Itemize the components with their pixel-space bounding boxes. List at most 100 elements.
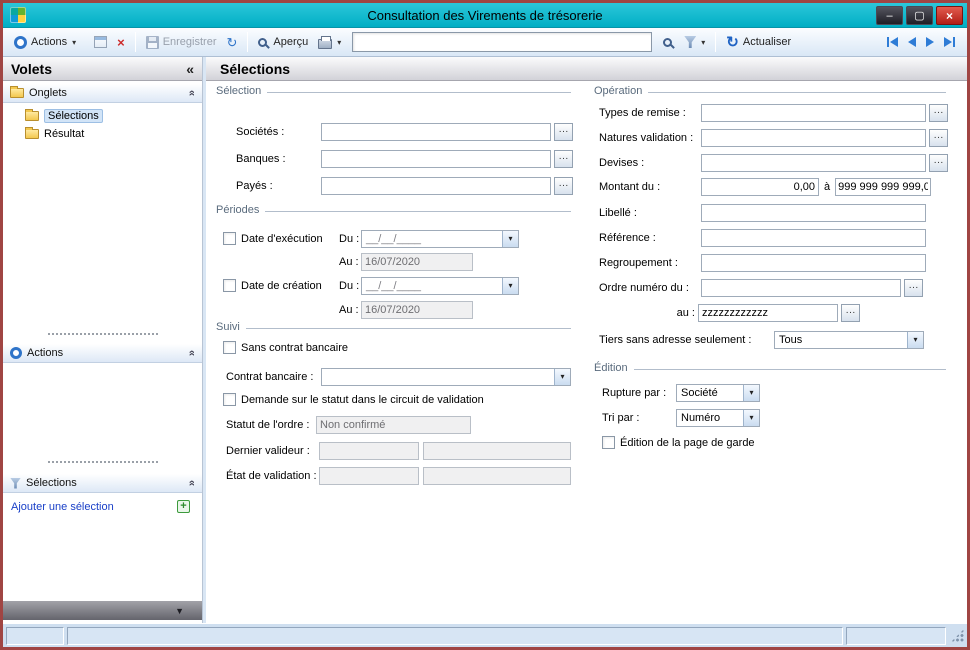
statut-ordre-label: Statut de l'ordre : bbox=[226, 418, 310, 431]
search-button[interactable] bbox=[658, 36, 679, 49]
chevron-down-icon[interactable]: ▾ bbox=[502, 230, 518, 247]
date-creation-checkbox[interactable] bbox=[223, 279, 236, 292]
page-title-bar: Sélections bbox=[206, 57, 967, 81]
devises-input[interactable] bbox=[701, 153, 926, 172]
sans-contrat-checkbox[interactable] bbox=[223, 341, 236, 354]
minimize-button[interactable]: – bbox=[876, 6, 903, 25]
chevron-down-icon[interactable]: ▾ bbox=[502, 277, 518, 294]
chevron-down-icon[interactable]: ▾ bbox=[743, 409, 759, 426]
etat-validation-label: État de validation : bbox=[226, 469, 317, 482]
ordre-numero-au-browse-button[interactable]: ··· bbox=[841, 303, 860, 322]
section-selections[interactable]: Sélections » bbox=[3, 473, 202, 493]
reload-button[interactable]: ↻ bbox=[221, 34, 242, 51]
tree-item-resultat[interactable]: Résultat bbox=[3, 125, 202, 142]
section-onglets[interactable]: Onglets » bbox=[3, 83, 202, 103]
open-form-button[interactable] bbox=[89, 34, 112, 50]
payes-input[interactable] bbox=[321, 176, 551, 195]
sidebar-volets: Volets « Onglets » Sélections Résultat A… bbox=[3, 57, 203, 623]
first-record-button[interactable] bbox=[883, 34, 902, 50]
filter-button[interactable]: ▾ bbox=[679, 34, 710, 50]
next-icon bbox=[926, 37, 934, 47]
sans-contrat-label: Sans contrat bancaire bbox=[241, 341, 349, 354]
reference-input[interactable] bbox=[701, 228, 926, 247]
form-icon bbox=[94, 36, 108, 48]
date-creation-du-combo[interactable]: __/__/____ ▾ bbox=[361, 276, 519, 295]
toolbar-separator bbox=[715, 32, 717, 52]
first-icon bbox=[890, 37, 898, 47]
add-selection-link[interactable]: Ajouter une sélection bbox=[11, 501, 114, 513]
tree-item-selections[interactable]: Sélections bbox=[3, 107, 202, 124]
types-remise-browse-button[interactable]: ··· bbox=[929, 103, 948, 122]
chevron-down-icon[interactable]: ▾ bbox=[907, 331, 923, 348]
demande-statut-checkbox[interactable] bbox=[223, 393, 236, 406]
actions-menu-button[interactable]: Actions ▾ bbox=[9, 34, 81, 51]
actions-label: Actions bbox=[31, 36, 68, 48]
status-panel-3 bbox=[846, 626, 946, 645]
societes-input[interactable] bbox=[321, 122, 551, 141]
group-periodes: Périodes bbox=[216, 203, 571, 217]
demande-statut-label: Demande sur le statut dans le circuit de… bbox=[241, 393, 484, 406]
add-icon[interactable]: + bbox=[177, 500, 190, 513]
types-remise-input[interactable] bbox=[701, 103, 926, 122]
libelle-input[interactable] bbox=[701, 203, 926, 222]
ordre-numero-du-browse-button[interactable]: ··· bbox=[904, 278, 923, 297]
close-button[interactable]: × bbox=[936, 6, 963, 25]
filter-icon bbox=[684, 36, 697, 48]
sidebar-scroll-strip[interactable]: ▼ bbox=[3, 601, 202, 620]
banques-browse-button[interactable]: ··· bbox=[554, 149, 573, 168]
banques-label: Banques : bbox=[236, 152, 286, 165]
ellipsis-icon: ··· bbox=[908, 281, 919, 293]
next-record-button[interactable] bbox=[922, 34, 938, 50]
devises-browse-button[interactable]: ··· bbox=[929, 153, 948, 172]
window-controls: – ▢ × bbox=[876, 6, 963, 25]
page-garde-checkbox[interactable] bbox=[602, 436, 615, 449]
montant-min-input[interactable] bbox=[701, 177, 819, 196]
print-button[interactable]: ▾ bbox=[313, 34, 346, 51]
date-execution-du-combo[interactable]: __/__/____ ▾ bbox=[361, 229, 519, 248]
section-actions[interactable]: Actions » bbox=[3, 343, 202, 363]
tri-par-combo[interactable]: Numéro ▾ bbox=[676, 408, 760, 427]
search-input[interactable] bbox=[352, 32, 653, 52]
refresh-data-button[interactable]: ↻ Actualiser bbox=[721, 33, 796, 52]
status-panel-1 bbox=[6, 626, 64, 645]
rupture-par-combo[interactable]: Société ▾ bbox=[676, 383, 760, 402]
printer-icon bbox=[318, 35, 333, 49]
rupture-par-label: Rupture par : bbox=[602, 386, 667, 399]
resize-grip[interactable] bbox=[951, 629, 964, 642]
regroupement-input[interactable] bbox=[701, 253, 926, 272]
group-operation: Opération bbox=[594, 84, 946, 98]
delete-button[interactable]: × bbox=[112, 34, 130, 51]
montant-max-input[interactable] bbox=[835, 177, 932, 196]
libelle-label: Libellé : bbox=[599, 206, 637, 219]
separator-dots bbox=[48, 461, 158, 463]
tiers-combo[interactable]: Tous ▾ bbox=[774, 330, 924, 349]
societes-label: Sociétés : bbox=[236, 125, 285, 138]
maximize-button[interactable]: ▢ bbox=[906, 6, 933, 25]
preview-button[interactable]: Aperçu bbox=[253, 34, 313, 50]
collapse-panel-button[interactable]: « bbox=[186, 61, 194, 77]
ellipsis-icon: ··· bbox=[933, 156, 944, 168]
a-label: à bbox=[824, 180, 831, 193]
previous-record-button[interactable] bbox=[904, 34, 920, 50]
open-folder-icon bbox=[25, 108, 39, 121]
selections-section-label: Sélections bbox=[26, 477, 77, 489]
ordre-numero-du-input[interactable] bbox=[701, 278, 901, 297]
societes-browse-button[interactable]: ··· bbox=[554, 122, 573, 141]
date-execution-checkbox[interactable] bbox=[223, 232, 236, 245]
banques-input[interactable] bbox=[321, 149, 551, 168]
chevron-down-icon[interactable]: ▾ bbox=[554, 368, 570, 385]
statut-ordre-input bbox=[316, 415, 471, 434]
ordre-numero-au-input[interactable] bbox=[698, 303, 838, 322]
du-label: Du : bbox=[339, 279, 360, 292]
ellipsis-icon: ··· bbox=[933, 131, 944, 143]
tiers-value: Tous bbox=[779, 333, 803, 346]
date-execution-label: Date d'exécution bbox=[241, 232, 323, 245]
payes-browse-button[interactable]: ··· bbox=[554, 176, 573, 195]
last-record-button[interactable] bbox=[940, 34, 959, 50]
ellipsis-icon: ··· bbox=[933, 106, 944, 118]
natures-validation-input[interactable] bbox=[701, 128, 926, 147]
chevron-down-icon[interactable]: ▾ bbox=[743, 384, 759, 401]
natures-validation-browse-button[interactable]: ··· bbox=[929, 128, 948, 147]
contrat-bancaire-combo[interactable]: ▾ bbox=[321, 367, 571, 386]
save-button[interactable]: Enregistrer bbox=[141, 34, 222, 51]
